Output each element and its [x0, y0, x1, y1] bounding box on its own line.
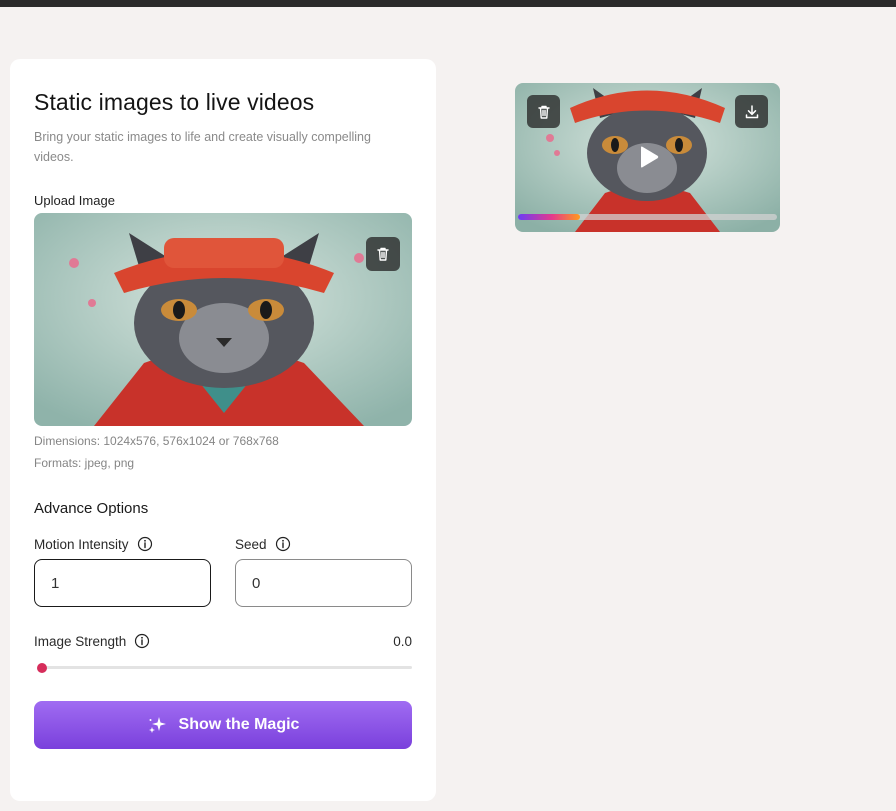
info-icon[interactable]	[134, 633, 150, 649]
image-strength-label-text: Image Strength	[34, 633, 127, 649]
play-icon[interactable]	[636, 145, 660, 169]
image-strength-label: Image Strength	[34, 633, 150, 649]
page-title: Static images to live videos	[34, 89, 315, 115]
generator-panel: Static images to live videos Bring your …	[10, 59, 436, 801]
info-icon[interactable]	[275, 536, 291, 552]
advance-options-title: Advance Options	[34, 500, 149, 517]
formats-hint: Formats: jpeg, png	[34, 456, 135, 470]
sparkle-icon	[148, 717, 166, 733]
motion-intensity-label: Motion Intensity	[34, 536, 153, 552]
trash-icon	[537, 105, 550, 119]
motion-intensity-label-text: Motion Intensity	[34, 536, 129, 552]
image-strength-slider-thumb[interactable]	[37, 663, 47, 673]
download-icon	[745, 104, 758, 118]
page-subtitle: Bring your static images to life and cre…	[34, 130, 371, 164]
generated-video-card[interactable]	[515, 83, 780, 232]
image-strength-slider-track[interactable]	[42, 666, 412, 669]
video-progress-fill	[518, 214, 580, 220]
image-strength-value: 0.0	[393, 634, 412, 649]
delete-upload-button[interactable]	[366, 237, 400, 271]
cat-image	[34, 213, 412, 426]
show-magic-button-label: Show the Magic	[178, 716, 300, 733]
info-icon[interactable]	[137, 536, 153, 552]
delete-video-button[interactable]	[527, 95, 560, 128]
top-bar	[0, 0, 896, 7]
motion-intensity-input[interactable]	[34, 559, 211, 607]
dimensions-hint: Dimensions: 1024x576, 576x1024 or 768x76…	[34, 434, 279, 448]
seed-label-text: Seed	[235, 536, 267, 552]
download-video-button[interactable]	[735, 95, 768, 128]
seed-input[interactable]	[235, 559, 412, 607]
upload-image-label: Upload Image	[34, 193, 115, 208]
trash-icon	[377, 247, 389, 261]
show-magic-button[interactable]: Show the Magic	[34, 701, 412, 749]
seed-label: Seed	[235, 536, 291, 552]
uploaded-image-preview[interactable]	[34, 213, 412, 426]
